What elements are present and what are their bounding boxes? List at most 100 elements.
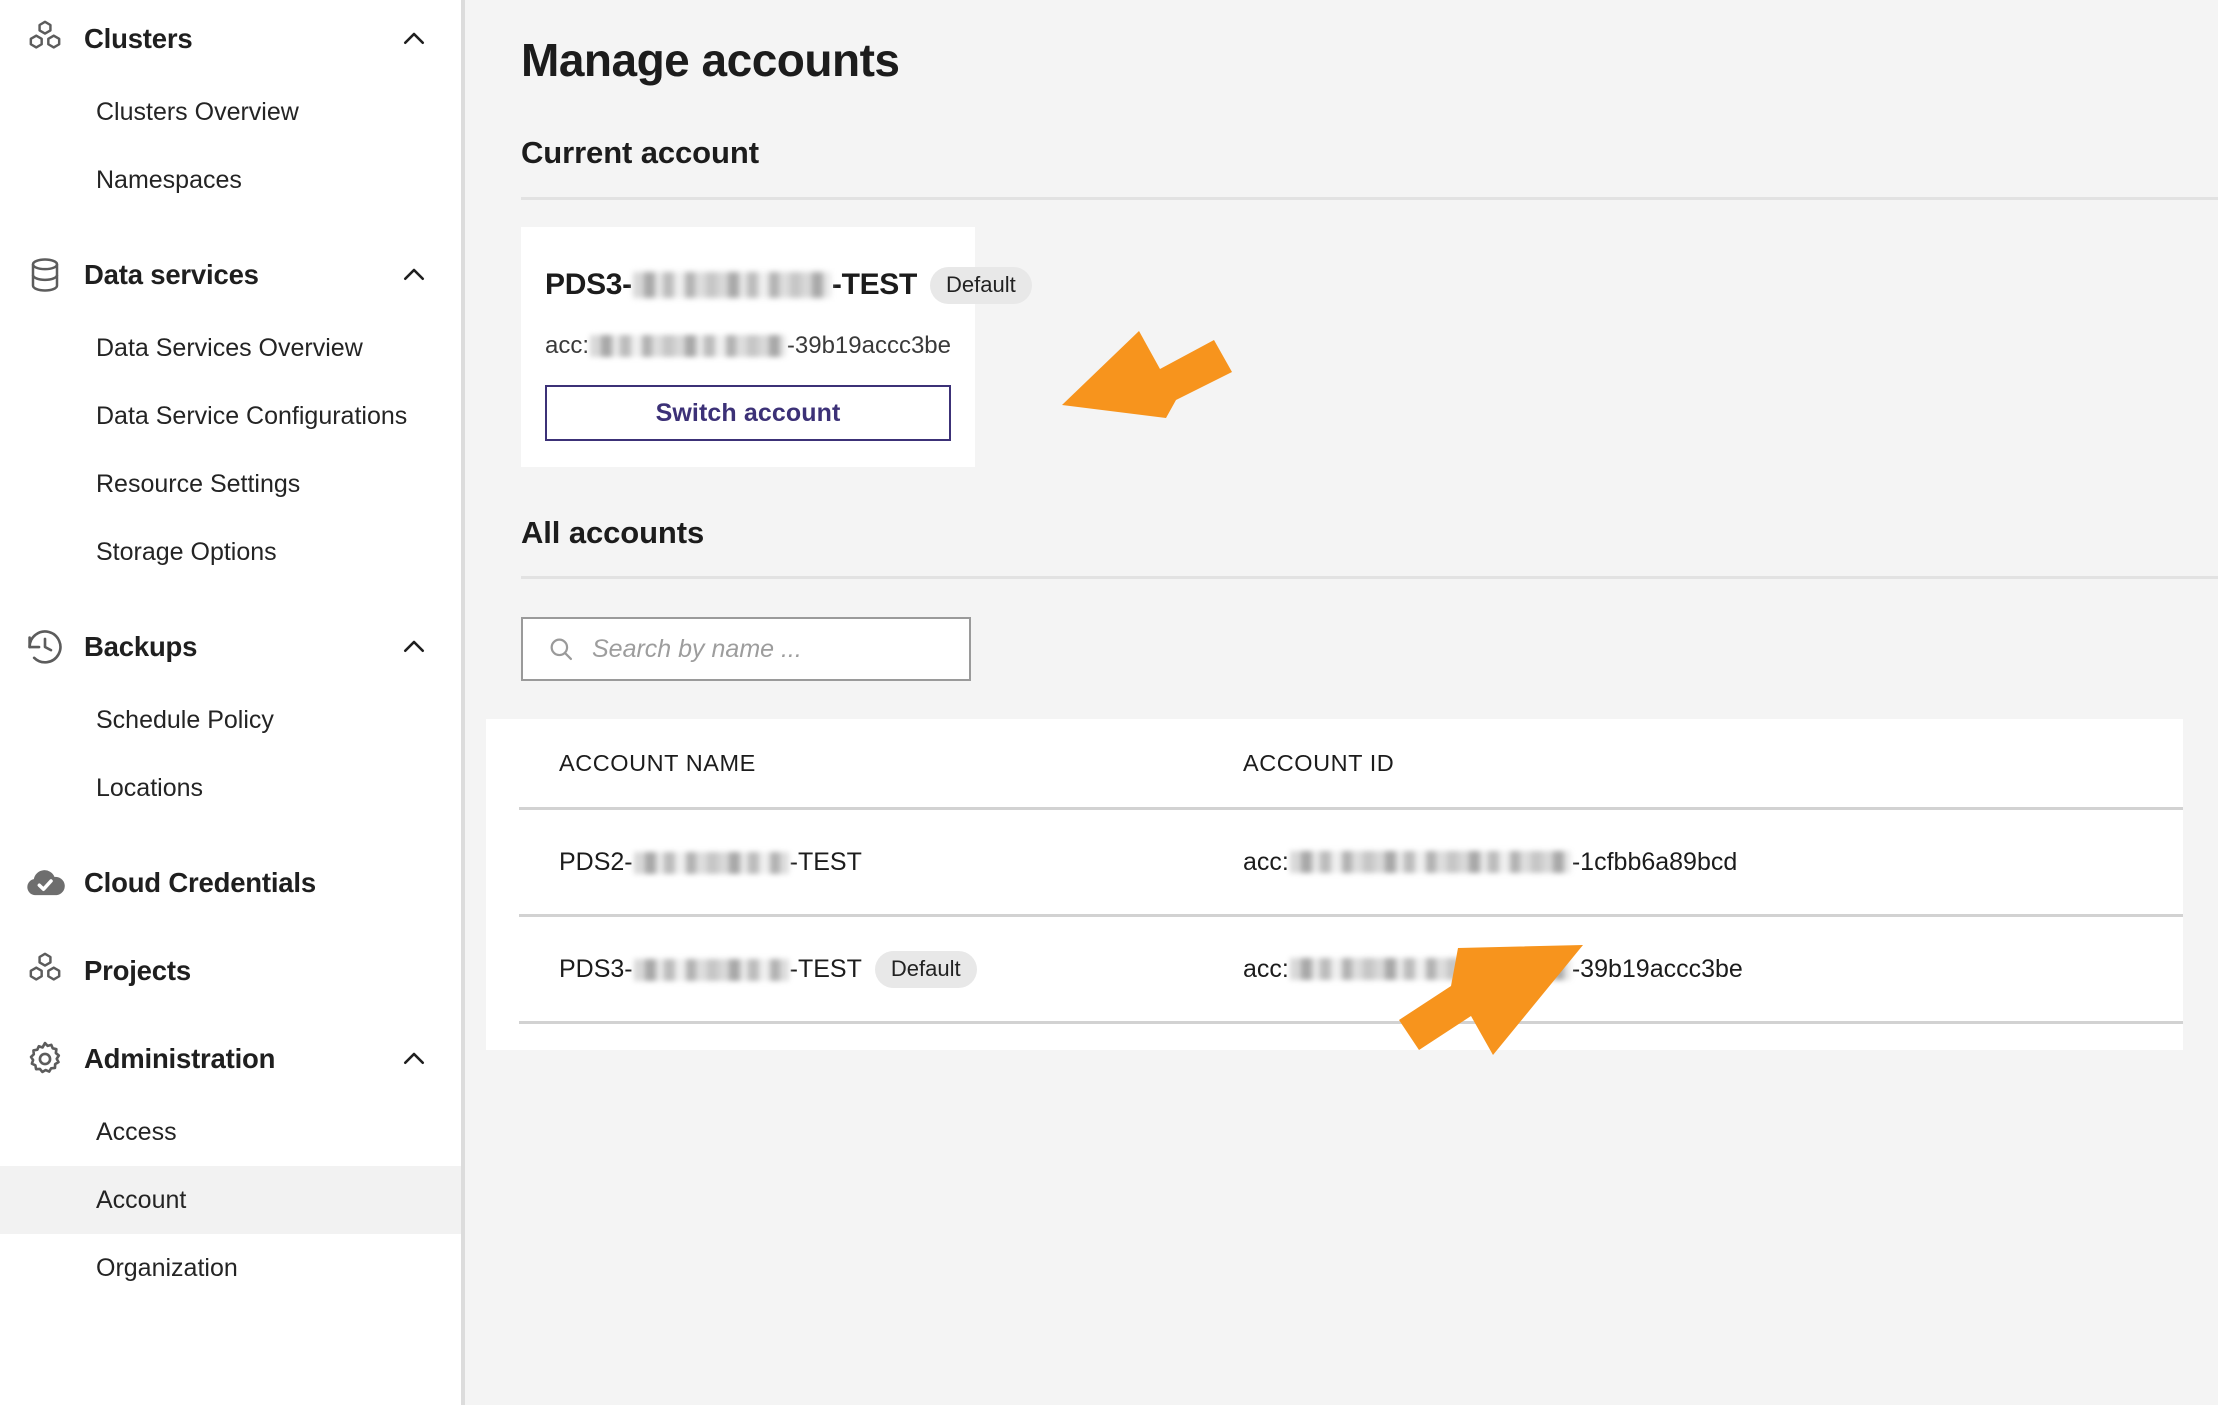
sidebar-item-label: Namespaces [96, 165, 242, 194]
sidebar-item-projects[interactable]: Projects [0, 932, 461, 1010]
sidebar-item-label: Clusters Overview [96, 97, 299, 126]
sidebar-item-resource-settings[interactable]: Resource Settings [0, 450, 461, 518]
sidebar-group-clusters: Clusters Clusters Overview Namespaces [0, 0, 461, 214]
sidebar-group-label: Projects [84, 955, 191, 986]
account-name: PDS2- -TEST [559, 848, 862, 877]
sidebar-item-locations[interactable]: Locations [0, 754, 461, 822]
switch-account-button[interactable]: Switch account [545, 384, 951, 441]
sidebar-item-label: Resource Settings [96, 469, 301, 498]
sidebar-item-clusters-overview[interactable]: Clusters Overview [0, 78, 461, 146]
current-account-id: acc: -39b19accc3be [545, 332, 951, 360]
sidebar-item-label: Data Service Configurations [96, 401, 408, 430]
sidebar-group-label: Backups [84, 631, 198, 662]
cell-account-name: PDS2- -TEST [559, 848, 1243, 877]
account-name-prefix: PDS3- [545, 268, 632, 302]
sidebar-item-organization[interactable]: Organization [0, 1234, 461, 1302]
sidebar-group-cloud-credentials: Cloud Credentials [0, 844, 461, 922]
database-icon [22, 252, 68, 298]
sidebar-group-header-backups[interactable]: Backups [0, 608, 461, 686]
sidebar-group-header-administration[interactable]: Administration [0, 1020, 461, 1098]
sidebar-item-data-service-configurations[interactable]: Data Service Configurations [0, 382, 461, 450]
account-name: PDS3- -TEST [559, 955, 862, 984]
history-clock-icon [22, 624, 68, 670]
sidebar-group-administration: Administration Access Account Organizati… [0, 1020, 461, 1302]
current-account-card: PDS3- -TEST Default acc: -39b19accc3be Swi… [521, 226, 1032, 467]
table-header-row: ACCOUNT NAME ACCOUNT ID [486, 719, 2183, 807]
sidebar-group-projects: Projects [0, 932, 461, 1010]
table-row[interactable]: PDS2- -TEST acc: -1cfbb6a89bcd [486, 810, 2183, 914]
section-title-current-account: Current account [521, 135, 759, 170]
sidebar-item-account[interactable]: Account [0, 1166, 461, 1234]
cubes-icon [22, 16, 68, 62]
account-id-prefix: acc: [1243, 954, 1289, 983]
sidebar-item-data-services-overview[interactable]: Data Services Overview [0, 314, 461, 382]
cell-account-id: acc: -1cfbb6a89bcd [1243, 848, 2183, 877]
app-root: Clusters Clusters Overview Namespaces Da… [0, 0, 2218, 1405]
redacted-account-id [1289, 851, 1571, 874]
sidebar-item-storage-options[interactable]: Storage Options [0, 518, 461, 586]
search-icon [546, 634, 576, 664]
gear-icon [22, 1036, 68, 1082]
sidebar-item-label: Storage Options [96, 537, 277, 566]
sidebar-item-cloud-credentials[interactable]: Cloud Credentials [0, 844, 461, 922]
status-badge-default: Default [930, 266, 1032, 304]
account-id-suffix: -39b19accc3be [786, 331, 951, 359]
section-divider [521, 196, 2218, 200]
sidebar-group-label: Administration [84, 1043, 276, 1074]
sidebar-group-label: Clusters [84, 23, 193, 54]
sidebar-group-label: Data services [84, 259, 259, 290]
section-title-all-accounts: All accounts [521, 514, 705, 550]
sidebar-item-label: Schedule Policy [96, 705, 274, 734]
chevron-up-icon[interactable] [397, 630, 431, 664]
sidebar-group-data-services: Data services Data Services Overview Dat… [0, 236, 461, 586]
column-header-account-id: ACCOUNT ID [1243, 749, 1395, 776]
account-id-suffix: -1cfbb6a89bcd [1571, 847, 1738, 876]
account-id-prefix: acc: [1243, 847, 1289, 876]
redacted-account-name [633, 852, 789, 875]
cubes-icon [22, 948, 68, 994]
current-account-name-row: PDS3- -TEST Default [545, 266, 1032, 304]
cell-account-id: acc: -39b19accc3be [1243, 955, 2183, 984]
sidebar-group-header-data-services[interactable]: Data services [0, 236, 461, 314]
search-box[interactable] [521, 617, 971, 682]
sidebar-item-access[interactable]: Access [0, 1098, 461, 1166]
account-name-suffix: -TEST [831, 268, 918, 302]
redacted-account-name [632, 272, 831, 299]
sidebar-group-header-clusters[interactable]: Clusters [0, 0, 461, 78]
account-name-suffix: -TEST [789, 847, 862, 876]
sidebar-item-namespaces[interactable]: Namespaces [0, 146, 461, 214]
main-content: Manage accounts Current account PDS3- -TE… [465, 0, 2218, 1405]
account-id-prefix: acc: [545, 331, 590, 359]
sidebar-item-label: Access [96, 1117, 177, 1146]
search-input[interactable] [590, 619, 969, 680]
sidebar-item-label: Locations [96, 773, 204, 802]
chevron-up-icon[interactable] [397, 22, 431, 56]
cloud-check-icon [22, 860, 68, 906]
sidebar-group-label: Cloud Credentials [84, 867, 316, 898]
chevron-up-icon[interactable] [397, 1042, 431, 1076]
sidebar-item-label: Account [96, 1185, 187, 1214]
chevron-up-icon[interactable] [397, 258, 431, 292]
current-account-name: PDS3- -TEST [545, 268, 917, 302]
status-badge-default: Default [874, 950, 977, 988]
account-name-prefix: PDS3- [559, 954, 633, 983]
sidebar-item-label: Data Services Overview [96, 333, 363, 362]
sidebar: Clusters Clusters Overview Namespaces Da… [0, 0, 465, 1405]
account-name-prefix: PDS2- [559, 847, 633, 876]
cell-account-name: PDS3- -TEST Default [559, 950, 1243, 988]
sidebar-item-schedule-policy[interactable]: Schedule Policy [0, 686, 461, 754]
accounts-table: ACCOUNT NAME ACCOUNT ID PDS2- -TEST acc: -… [486, 719, 2183, 1051]
redacted-account-id [590, 334, 786, 357]
section-divider [521, 576, 2218, 580]
redacted-account-id [1289, 958, 1571, 981]
table-row[interactable]: PDS3- -TEST Default acc: -39b19accc3be [486, 917, 2183, 1021]
page-title: Manage accounts [521, 34, 900, 86]
redacted-account-name [633, 959, 789, 982]
account-name-suffix: -TEST [789, 954, 862, 983]
table-divider [519, 1021, 2183, 1025]
